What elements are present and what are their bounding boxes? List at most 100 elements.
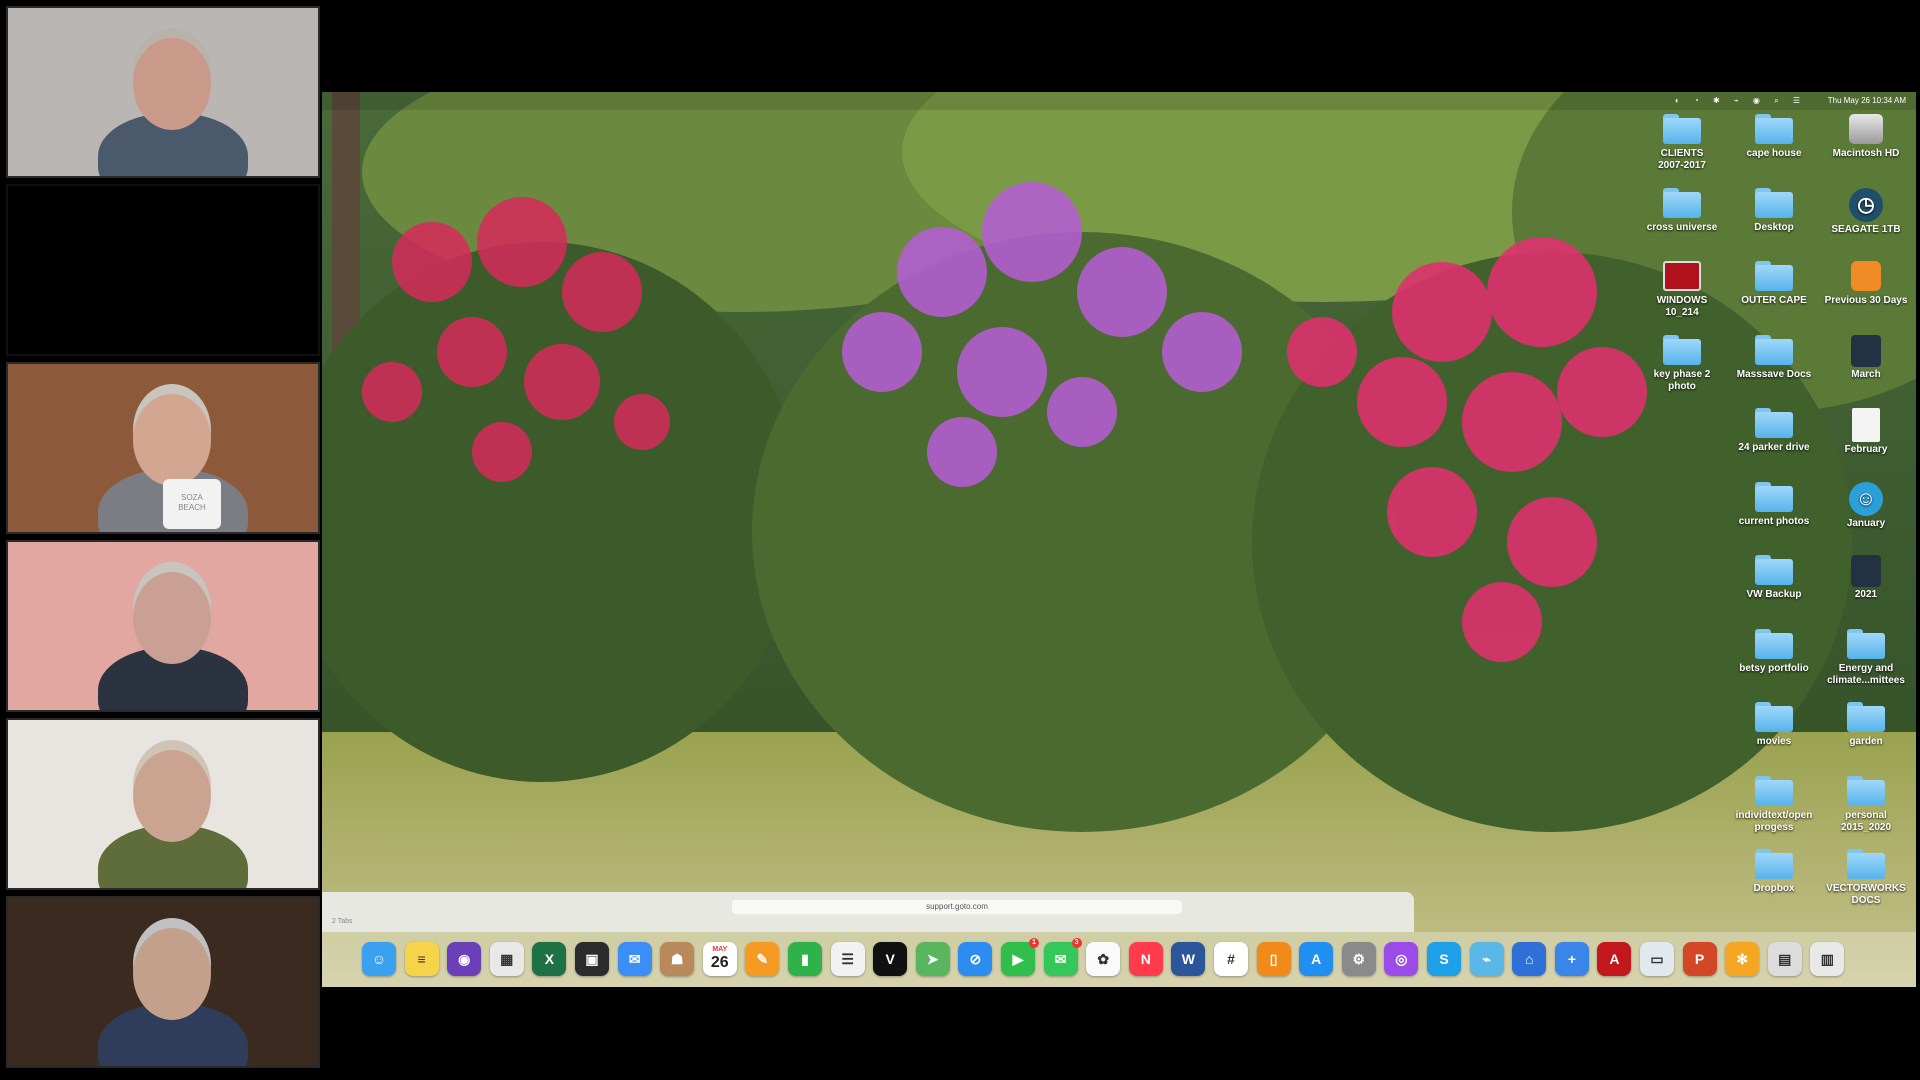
network-utility-icon[interactable]: ⌁ (1469, 942, 1504, 976)
folder-icon (1755, 114, 1793, 144)
notification-badge: 1 (1029, 938, 1039, 948)
siri-icon[interactable]: ◉ (447, 942, 482, 976)
mail-icon[interactable]: ✉ (617, 942, 652, 976)
participant-video-tile[interactable] (6, 184, 320, 356)
downloads-stack-icon[interactable]: ▤ (1767, 942, 1802, 976)
desktop-icon[interactable]: cross universe (1640, 187, 1724, 234)
desktop-icon[interactable]: OUTER CAPE (1732, 261, 1816, 307)
desktop-icon[interactable]: March (1824, 334, 1908, 381)
desktop-icon-label: February (1844, 444, 1888, 455)
folder-icon (1663, 187, 1701, 218)
desktop-icon[interactable]: current photos (1732, 481, 1816, 528)
file-icon (1663, 261, 1701, 291)
participant-face (133, 750, 211, 842)
participant-video-tile[interactable] (6, 6, 320, 178)
numbers-icon[interactable]: ▮ (788, 942, 822, 976)
coffee-mug: SOZA BEACH (163, 479, 221, 529)
launchpad-icon[interactable]: ▦ (489, 942, 524, 976)
desktop-icon[interactable]: WINDOWS 10_214 (1640, 261, 1724, 319)
app-store-icon[interactable]: A (1299, 942, 1334, 976)
folder-icon (1755, 849, 1793, 879)
safari-tabs-count[interactable]: 2 Tabs (332, 918, 353, 925)
folder-icon (1663, 334, 1701, 365)
word-icon[interactable]: W (1171, 942, 1206, 976)
preview-icon[interactable]: ▭ (1640, 942, 1674, 976)
desktop-icon[interactable]: ◷ SEAGATE 1TB (1824, 187, 1908, 236)
desktop-icon[interactable]: Masssave Docs (1732, 334, 1816, 381)
participant-video-tile[interactable] (6, 540, 320, 712)
screenshot-icon[interactable]: + (1554, 942, 1589, 976)
folder-icon (1755, 555, 1793, 585)
calendar-icon[interactable]: MAY 26 (702, 942, 737, 976)
desktop-icon[interactable]: key phase 2 photo (1640, 334, 1724, 393)
participant-face (133, 38, 211, 130)
desktop-icon[interactable]: Macintosh HD (1824, 114, 1908, 160)
participant-video-tile[interactable]: SOZA BEACH (6, 362, 320, 534)
desktop-icon[interactable]: Previous 30 Days (1824, 261, 1908, 307)
vectorworks-icon[interactable]: V (873, 942, 908, 976)
excel-icon[interactable]: X (532, 942, 567, 976)
acrobat-icon[interactable]: A (1597, 942, 1632, 976)
mission-control-icon[interactable]: ▣ (575, 942, 609, 976)
books-icon[interactable]: ▯ (1256, 942, 1291, 976)
notification-badge: 3 (1071, 938, 1082, 948)
desktop-icon[interactable]: VECTORWORKS DOCS (1824, 849, 1908, 907)
trash-icon[interactable]: ▥ (1810, 942, 1845, 976)
file-icon (1852, 408, 1880, 442)
desktop-icon[interactable]: movies (1732, 702, 1816, 748)
desktop-icon[interactable]: cape house (1732, 114, 1816, 160)
participant-video-tile[interactable] (6, 718, 320, 890)
podcasts-icon[interactable]: ◎ (1384, 942, 1419, 976)
desktop-icon-label: CLIENTS 2007-2017 (1658, 148, 1706, 171)
menu-status-icons[interactable]: ◐ ◔ ✱ ⌁ ◉ ⌕ ☰ (1675, 96, 1806, 106)
reminders-icon[interactable]: ☰ (830, 942, 865, 976)
messages-icon[interactable]: ✉ 3 (1043, 938, 1082, 976)
contacts-icon[interactable]: ☗ (660, 942, 695, 976)
desktop-icon[interactable]: VW Backup (1732, 555, 1816, 601)
desktop-icon-label: March (1851, 368, 1881, 380)
safari-url-field[interactable]: support.goto.com (732, 900, 1182, 914)
desktop-icon[interactable]: Desktop (1732, 187, 1816, 234)
folder-icon (1755, 628, 1793, 659)
desktop-icon-label: 2021 (1854, 589, 1878, 600)
file-icon (1851, 334, 1881, 367)
slack-icon[interactable]: # (1214, 942, 1248, 976)
folder-icon (1847, 628, 1885, 659)
notes-icon[interactable]: ≡ (404, 942, 439, 976)
participant-video-tile[interactable] (6, 896, 320, 1068)
photos-icon[interactable]: ✿ (1086, 942, 1121, 976)
desktop-icon-label: Masssave Docs (1736, 368, 1812, 380)
desktop-icon-label: January (1846, 517, 1886, 529)
pages-icon[interactable]: ✎ (745, 942, 780, 976)
folder-icon (1755, 261, 1793, 291)
desktop-icon[interactable]: CLIENTS 2007-2017 (1640, 114, 1724, 172)
desktop-icon[interactable]: Energy and climate...mittees (1824, 628, 1908, 687)
webex-icon[interactable]: ⌂ (1512, 942, 1547, 976)
desktop-icon[interactable]: February (1824, 408, 1908, 456)
news-icon[interactable]: N (1128, 942, 1163, 976)
desktop-icon-label: VECTORWORKS DOCS (1826, 883, 1906, 906)
desktop-icon[interactable]: betsy portfolio (1732, 628, 1816, 675)
desktop-icon[interactable]: 2021 (1824, 555, 1908, 601)
powerpoint-icon[interactable]: P (1682, 942, 1717, 976)
desktop-icon[interactable]: personal 2015_2020 (1824, 775, 1908, 834)
folder-icon (1663, 114, 1701, 144)
finder-icon[interactable]: ☺ (362, 942, 396, 976)
desktop-icon[interactable]: ☺ January (1824, 481, 1908, 530)
maps-icon[interactable]: ➤ (915, 942, 950, 976)
menu-clock[interactable]: Thu May 26 10:34 AM (1828, 96, 1906, 105)
safari-icon[interactable]: ⊘ (958, 942, 993, 976)
system-preferences-icon[interactable]: ⚙ (1341, 942, 1376, 976)
safari-tab-strip[interactable]: 2 Tabs (322, 918, 1414, 932)
desktop-icon-label: key phase 2 photo (1653, 368, 1711, 392)
file-icon (1851, 261, 1881, 291)
gotomeeting-icon[interactable]: ✻ (1725, 942, 1760, 976)
facetime-icon[interactable]: ▶ 1 (1001, 938, 1039, 976)
desktop-icon-label: current photos (1738, 515, 1810, 527)
desktop-icon[interactable]: Dropbox (1732, 849, 1816, 895)
desktop-icon[interactable]: 24 parker drive (1732, 408, 1816, 454)
desktop-icon[interactable]: garden (1824, 702, 1908, 748)
safari-window-bar: support.goto.com 2 Tabs (322, 892, 1414, 932)
skype-icon[interactable]: S (1427, 942, 1461, 976)
desktop-icon[interactable]: individtext/open progess (1732, 775, 1816, 834)
